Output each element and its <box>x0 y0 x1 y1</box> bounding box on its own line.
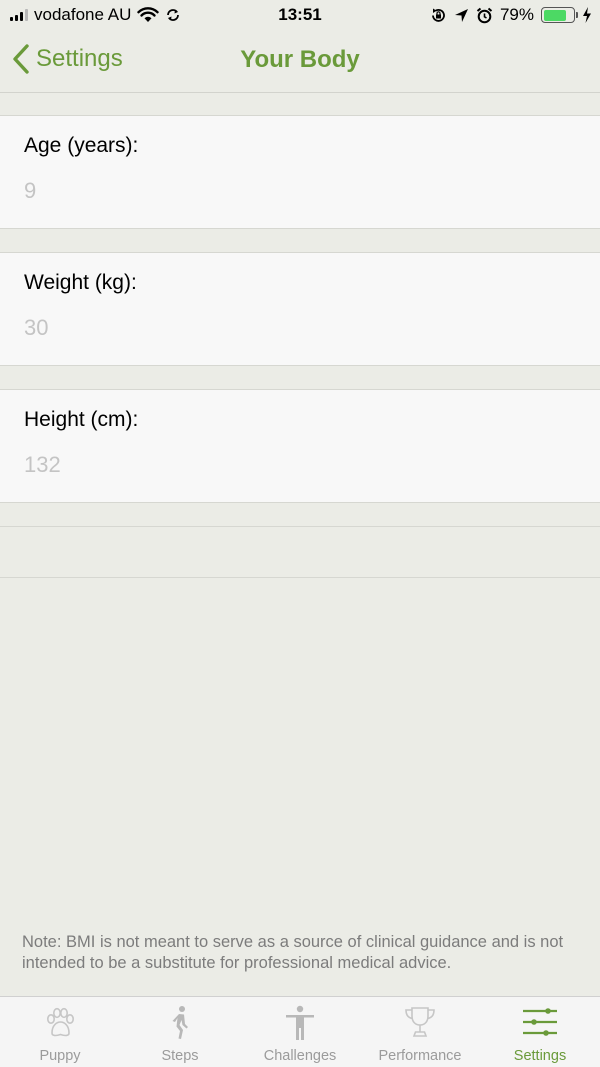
tab-steps[interactable]: Steps <box>120 997 240 1067</box>
status-bar: vodafone AU 13:51 79% <box>0 0 600 30</box>
age-field-label: Age (years): <box>24 134 139 157</box>
tab-label: Challenges <box>263 1048 337 1064</box>
section-divider <box>0 526 600 527</box>
weight-field-cell[interactable]: Weight (kg): 30 <box>0 252 600 366</box>
paw-icon <box>47 1007 74 1037</box>
battery-percent: 79% <box>499 5 534 24</box>
section-divider <box>0 577 600 578</box>
trophy-icon <box>405 1007 435 1037</box>
tab-label: Settings <box>513 1048 567 1064</box>
bmi-disclaimer-note: Note: BMI is not meant to serve as a sou… <box>22 933 564 972</box>
tab-bar: Puppy Steps Challenges Performance Setti… <box>0 996 600 1067</box>
navigation-bar: Settings Your Body <box>0 30 600 93</box>
your-body-screen: vodafone AU 13:51 79% Settings Your Body… <box>0 0 600 1067</box>
tab-label: Performance <box>378 1048 462 1064</box>
status-right: 79% <box>430 5 592 25</box>
age-field-value[interactable]: 9 <box>24 178 564 204</box>
page-title: Your Body <box>240 46 360 73</box>
walking-icon <box>172 1006 188 1039</box>
age-field-cell[interactable]: Age (years): 9 <box>0 115 600 229</box>
tab-label: Steps <box>161 1048 199 1064</box>
battery-icon <box>541 7 578 23</box>
height-field-cell[interactable]: Height (cm): 132 <box>0 389 600 503</box>
tab-challenges[interactable]: Challenges <box>240 997 360 1067</box>
weight-field-label: Weight (kg): <box>24 271 137 294</box>
tab-label: Puppy <box>39 1048 81 1064</box>
rotation-lock-icon <box>432 8 445 22</box>
tab-puppy[interactable]: Puppy <box>0 997 120 1067</box>
charging-bolt-icon <box>583 7 591 23</box>
height-field-value[interactable]: 132 <box>24 452 564 478</box>
sliders-icon <box>523 1008 557 1036</box>
location-icon <box>454 8 468 22</box>
battery-fill <box>543 9 567 21</box>
tab-settings[interactable]: Settings <box>480 997 600 1067</box>
alarm-icon <box>476 7 493 23</box>
tab-performance[interactable]: Performance <box>360 997 480 1067</box>
weight-field-value[interactable]: 30 <box>24 315 564 341</box>
person-icon <box>286 1005 314 1040</box>
height-field-label: Height (cm): <box>24 408 139 431</box>
